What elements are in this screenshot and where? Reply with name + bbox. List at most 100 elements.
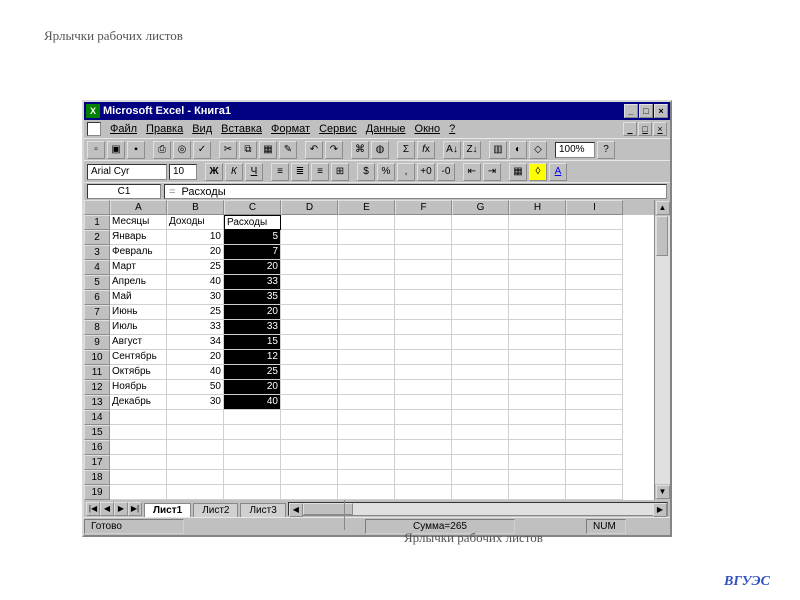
cell-A5[interactable]: Апрель (110, 275, 167, 290)
cell-C5[interactable]: 33 (224, 275, 281, 290)
cell-B12[interactable]: 50 (167, 380, 224, 395)
cell-I18[interactable] (566, 470, 623, 485)
cell-H18[interactable] (509, 470, 566, 485)
cell-E6[interactable] (338, 290, 395, 305)
cell-H9[interactable] (509, 335, 566, 350)
zoom-box[interactable]: 100% (555, 142, 595, 158)
cell-H8[interactable] (509, 320, 566, 335)
font-size-box[interactable]: 10 (169, 164, 197, 180)
cell-I2[interactable] (566, 230, 623, 245)
link-icon[interactable]: ⌘ (351, 141, 369, 159)
cell-D6[interactable] (281, 290, 338, 305)
cell-F13[interactable] (395, 395, 452, 410)
align-center-icon[interactable]: ≣ (291, 163, 309, 181)
col-header-F[interactable]: F (395, 200, 452, 215)
cell-A10[interactable]: Сентябрь (110, 350, 167, 365)
cell-B10[interactable]: 20 (167, 350, 224, 365)
cell-E18[interactable] (338, 470, 395, 485)
cell-B2[interactable]: 10 (167, 230, 224, 245)
bold-icon[interactable]: Ж (205, 163, 223, 181)
cell-E12[interactable] (338, 380, 395, 395)
cell-C8[interactable]: 33 (224, 320, 281, 335)
preview-icon[interactable]: ◎ (173, 141, 191, 159)
cell-C12[interactable]: 20 (224, 380, 281, 395)
dec-dec-icon[interactable]: -0 (437, 163, 455, 181)
cell-G11[interactable] (452, 365, 509, 380)
cell-C1[interactable]: Расходы (224, 215, 281, 230)
cell-I10[interactable] (566, 350, 623, 365)
cell-F16[interactable] (395, 440, 452, 455)
sheet-tab-2[interactable]: Лист2 (193, 503, 238, 517)
cell-D19[interactable] (281, 485, 338, 500)
cell-D18[interactable] (281, 470, 338, 485)
cell-E15[interactable] (338, 425, 395, 440)
cell-H7[interactable] (509, 305, 566, 320)
cell-F12[interactable] (395, 380, 452, 395)
cell-I7[interactable] (566, 305, 623, 320)
minimize-button[interactable]: _ (624, 104, 638, 118)
cell-E8[interactable] (338, 320, 395, 335)
row-header-1[interactable]: 1 (84, 215, 110, 230)
cell-E5[interactable] (338, 275, 395, 290)
cell-C15[interactable] (224, 425, 281, 440)
col-header-D[interactable]: D (281, 200, 338, 215)
cell-F19[interactable] (395, 485, 452, 500)
cell-D12[interactable] (281, 380, 338, 395)
cell-E2[interactable] (338, 230, 395, 245)
cell-D17[interactable] (281, 455, 338, 470)
menu-tools[interactable]: Сервис (319, 123, 357, 135)
cell-I3[interactable] (566, 245, 623, 260)
titlebar[interactable]: X Microsoft Excel - Книга1 _ □ × (84, 102, 670, 120)
cell-F10[interactable] (395, 350, 452, 365)
cell-F2[interactable] (395, 230, 452, 245)
doc-minimize-button[interactable]: _ (623, 122, 637, 136)
cell-C16[interactable] (224, 440, 281, 455)
cell-D13[interactable] (281, 395, 338, 410)
cell-G3[interactable] (452, 245, 509, 260)
select-all-corner[interactable] (84, 200, 110, 215)
cell-H10[interactable] (509, 350, 566, 365)
cell-A1[interactable]: Месяцы (110, 215, 167, 230)
cell-G9[interactable] (452, 335, 509, 350)
cell-B19[interactable] (167, 485, 224, 500)
cell-A3[interactable]: Февраль (110, 245, 167, 260)
cell-G7[interactable] (452, 305, 509, 320)
menu-file[interactable]: Файл (110, 123, 137, 135)
cell-H19[interactable] (509, 485, 566, 500)
cell-G18[interactable] (452, 470, 509, 485)
cell-B16[interactable] (167, 440, 224, 455)
cell-B17[interactable] (167, 455, 224, 470)
cell-C4[interactable]: 20 (224, 260, 281, 275)
cell-B14[interactable] (167, 410, 224, 425)
cell-I16[interactable] (566, 440, 623, 455)
cell-I1[interactable] (566, 215, 623, 230)
doc-maximize-button[interactable]: □ (638, 122, 652, 136)
cell-F6[interactable] (395, 290, 452, 305)
cell-I5[interactable] (566, 275, 623, 290)
col-header-G[interactable]: G (452, 200, 509, 215)
cell-I12[interactable] (566, 380, 623, 395)
menu-insert[interactable]: Вставка (221, 123, 262, 135)
row-header-10[interactable]: 10 (84, 350, 110, 365)
cell-B18[interactable] (167, 470, 224, 485)
cell-C19[interactable] (224, 485, 281, 500)
merge-icon[interactable]: ⊞ (331, 163, 349, 181)
cell-H12[interactable] (509, 380, 566, 395)
cell-D5[interactable] (281, 275, 338, 290)
cell-E9[interactable] (338, 335, 395, 350)
cell-B6[interactable]: 30 (167, 290, 224, 305)
row-header-4[interactable]: 4 (84, 260, 110, 275)
cell-F14[interactable] (395, 410, 452, 425)
cell-A13[interactable]: Декабрь (110, 395, 167, 410)
cell-F9[interactable] (395, 335, 452, 350)
row-header-14[interactable]: 14 (84, 410, 110, 425)
row-header-3[interactable]: 3 (84, 245, 110, 260)
cell-H15[interactable] (509, 425, 566, 440)
row-header-9[interactable]: 9 (84, 335, 110, 350)
currency-icon[interactable]: $ (357, 163, 375, 181)
sort-desc-icon[interactable]: Z↓ (463, 141, 481, 159)
cell-E14[interactable] (338, 410, 395, 425)
row-header-12[interactable]: 12 (84, 380, 110, 395)
fx-icon[interactable]: fx (417, 141, 435, 159)
cell-E4[interactable] (338, 260, 395, 275)
